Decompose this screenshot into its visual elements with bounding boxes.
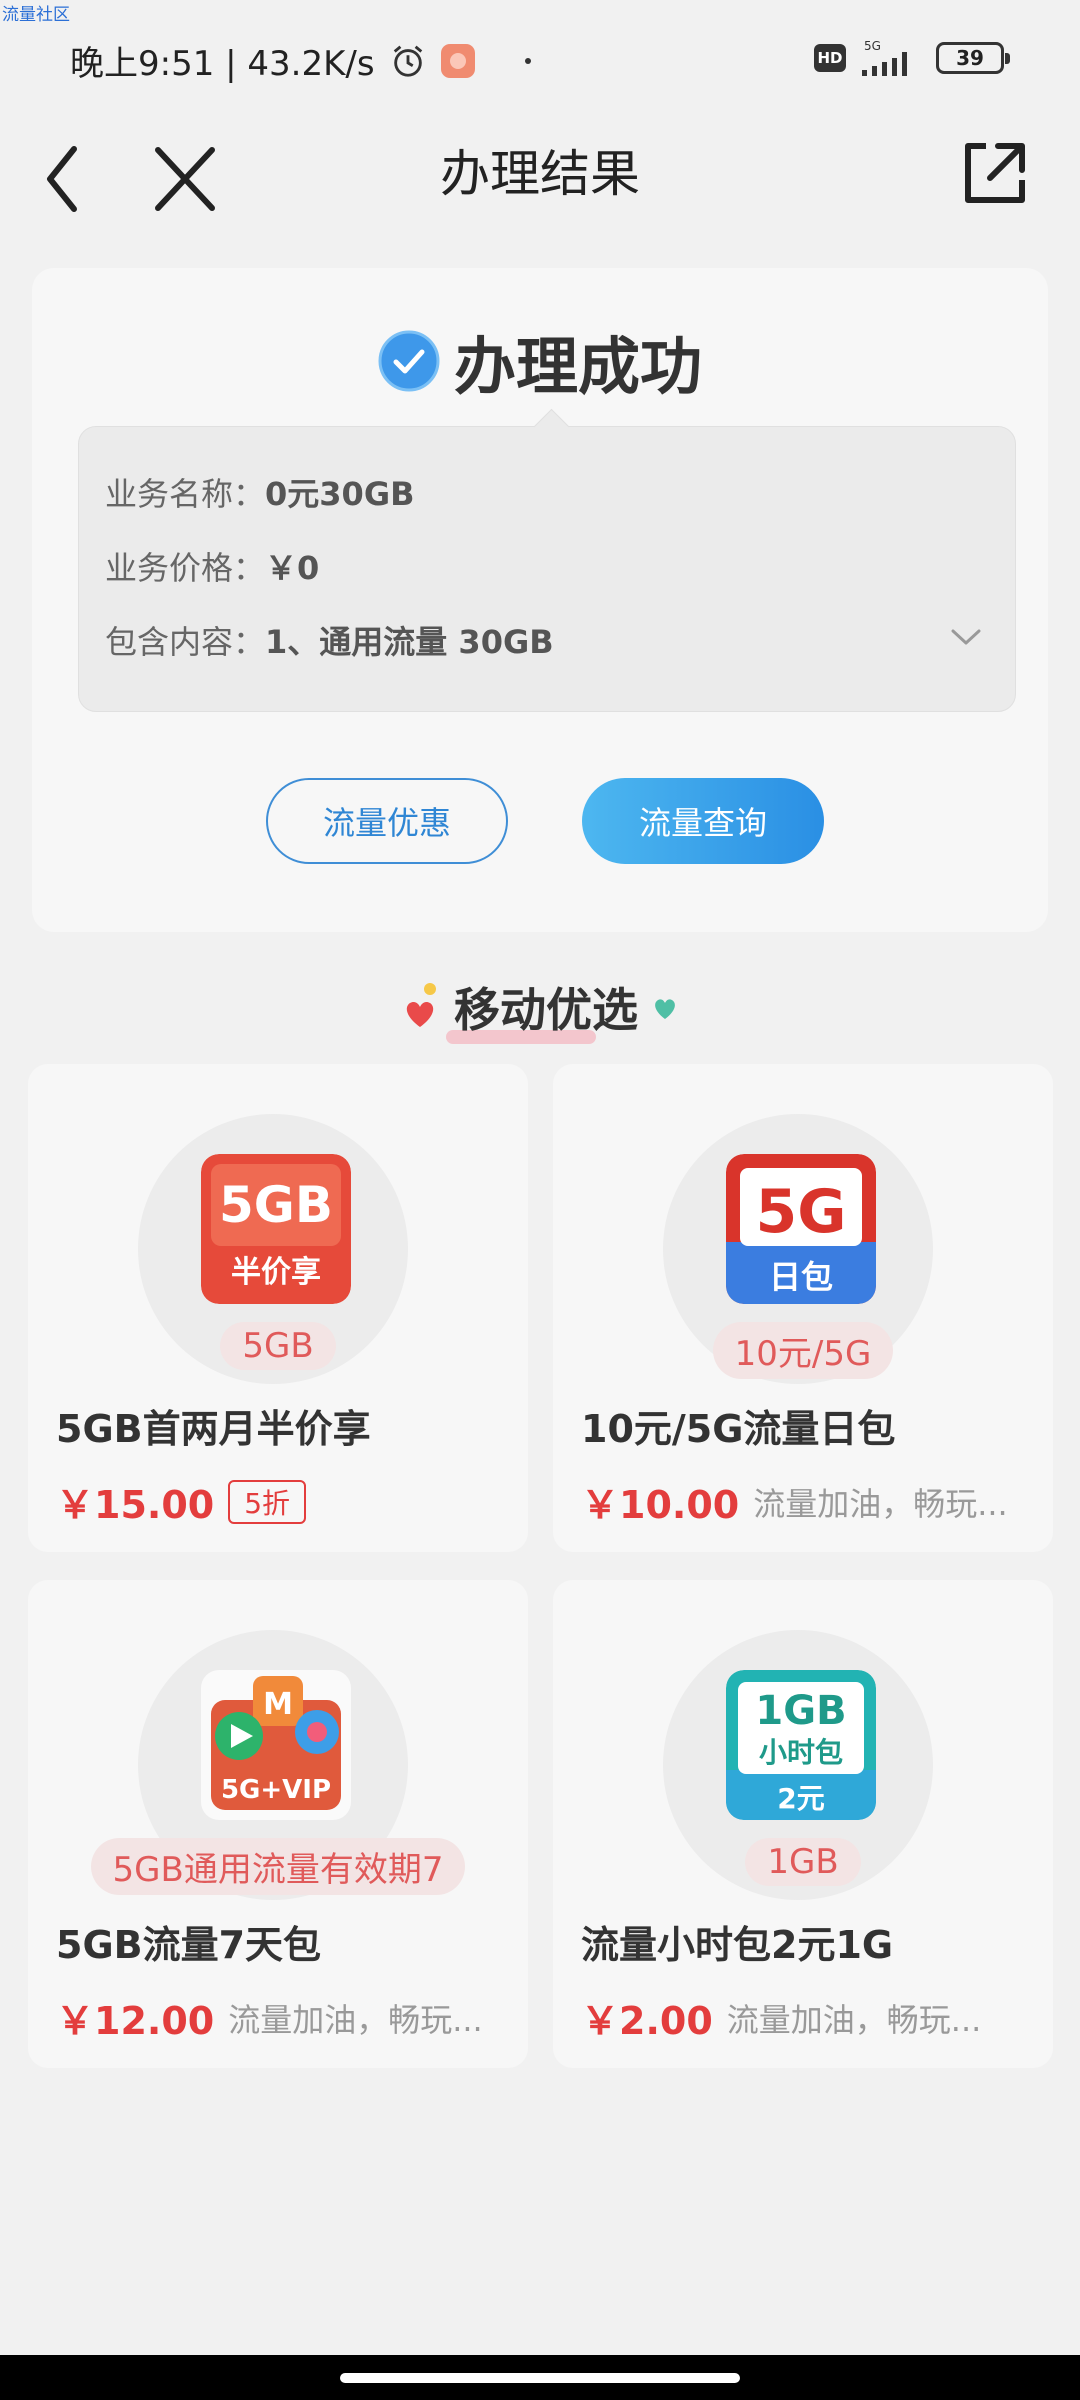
product-desc: 流量加油，畅玩... [726, 2000, 982, 2039]
detail-label: 业务名称： [105, 475, 266, 513]
detail-value: 0元30GB [265, 475, 415, 513]
detail-row-content: 包含内容：1、通用流量 30GB [105, 617, 554, 663]
product-image-label: 半价享 [231, 1255, 321, 1290]
price-row: ￥12.00 流量加油，畅玩... [56, 1990, 483, 2045]
detail-box: 业务名称：0元30GB 业务价格：￥0 包含内容：1、通用流量 30GB [78, 426, 1016, 712]
heart-decor-icon [406, 983, 436, 1027]
product-1gb-hourpack-icon: 1GB 小时包 2元 [726, 1670, 876, 1820]
product-tag-text: 1GB [745, 1838, 861, 1886]
product-image-label: 小时包 [759, 1736, 843, 1769]
product-price: ￥2.00 [581, 1999, 713, 2043]
success-title: 办理成功 [453, 330, 702, 403]
product-tag: 5GB通用流量有效期7 [28, 1838, 528, 1895]
product-name: 10元/5G流量日包 [581, 1407, 896, 1451]
nav-bar: 办理结果 [0, 120, 1080, 236]
price-row: ￥10.00 流量加油，畅玩... [581, 1474, 1008, 1529]
product-image-label: 1GB [755, 1688, 846, 1734]
product-price: ￥15.00 [56, 1483, 215, 1527]
discount-badge: 5折 [228, 1479, 307, 1524]
share-icon[interactable] [952, 130, 1036, 214]
product-5gb-halfprice-icon: 5GB 半价享 [201, 1154, 351, 1304]
detail-value: ￥0 [265, 549, 320, 587]
product-image-label: 5G [756, 1177, 847, 1247]
product-card[interactable]: 5G 日包 10元/5G 10元/5G流量日包 ￥10.00 流量加油，畅玩..… [553, 1064, 1053, 1552]
svg-text:M: M [263, 1687, 293, 1722]
chevron-down-icon[interactable] [949, 625, 983, 649]
page-title: 办理结果 [440, 145, 640, 203]
price-row: ￥2.00 流量加油，畅玩... [581, 1990, 981, 2045]
traffic-query-button[interactable]: 流量查询 [582, 778, 824, 864]
product-tag: 5GB [28, 1322, 528, 1370]
time-speed-text: 晚上9:51 | 43.2K/s [70, 44, 375, 84]
product-tag-text: 5GB通用流量有效期7 [90, 1838, 466, 1895]
product-tag-text: 10元/5G [712, 1322, 894, 1379]
price-row: ￥15.00 5折 [56, 1474, 307, 1529]
success-header: 办理成功 [32, 316, 1048, 406]
app-notification-icon [440, 43, 475, 78]
detail-label: 业务价格： [105, 549, 266, 587]
status-bar: 晚上9:51 | 43.2K/s HD 5G 39 [0, 0, 1080, 120]
product-name: 5GB流量7天包 [56, 1923, 322, 1967]
product-image-label: 5G+VIP [221, 1775, 331, 1805]
product-5g-daypack-icon: 5G 日包 [726, 1154, 876, 1304]
product-price: ￥10.00 [581, 1483, 740, 1527]
alarm-icon [393, 45, 422, 77]
product-desc: 流量加油，畅玩... [753, 1484, 1008, 1523]
product-tag: 10元/5G [553, 1322, 1053, 1379]
product-tag-text: 5GB [220, 1322, 336, 1370]
product-card[interactable]: 1GB 小时包 2元 1GB 流量小时包2元1G ￥2.00 流量加油，畅玩..… [553, 1580, 1053, 2068]
product-tag: 1GB [553, 1838, 1053, 1886]
detail-row-price: 业务价格：￥0 [105, 543, 319, 589]
detail-value: 1、通用流量 30GB [265, 623, 554, 661]
result-card: 办理成功 业务名称：0元30GB 业务价格：￥0 包含内容：1、通用流量 30G… [32, 268, 1048, 932]
section-header: 移动优选 [0, 974, 1080, 1044]
detail-label: 包含内容： [105, 623, 266, 661]
product-card[interactable]: M 5G+VIP 5GB通用流量有效期7 5GB流量7天包 ￥12.00 流量加… [28, 1580, 528, 2068]
product-card[interactable]: 5GB 半价享 5GB 5GB首两月半价享 ￥15.00 5折 [28, 1064, 528, 1552]
hd-icon: HD [814, 44, 846, 72]
battery-icon: 39 [936, 42, 1010, 74]
network-type-label: 5G [864, 39, 881, 53]
traffic-offers-button[interactable]: 流量优惠 [266, 778, 508, 864]
status-right: HD 5G 39 [814, 38, 1010, 78]
product-name: 流量小时包2元1G [581, 1923, 894, 1967]
heart-decor-icon [655, 999, 675, 1019]
signal-icon: 5G [862, 39, 907, 76]
section-title: 移动优选 [446, 974, 638, 1044]
home-indicator[interactable] [340, 2373, 740, 2383]
detail-row-name: 业务名称：0元30GB [105, 469, 414, 515]
success-check-icon [378, 330, 440, 392]
product-image-label: 2元 [777, 1782, 824, 1815]
product-price: ￥12.00 [56, 1999, 215, 2043]
product-image-label: 日包 [769, 1258, 833, 1296]
product-name: 5GB首两月半价享 [56, 1407, 371, 1451]
status-left: 晚上9:51 | 43.2K/s [70, 36, 531, 85]
product-desc: 流量加油，畅玩... [228, 2000, 483, 2039]
product-image-label: 5GB [219, 1176, 333, 1234]
more-notifications-dot [524, 57, 531, 64]
product-5g-vip-icon: M 5G+VIP [201, 1670, 351, 1820]
